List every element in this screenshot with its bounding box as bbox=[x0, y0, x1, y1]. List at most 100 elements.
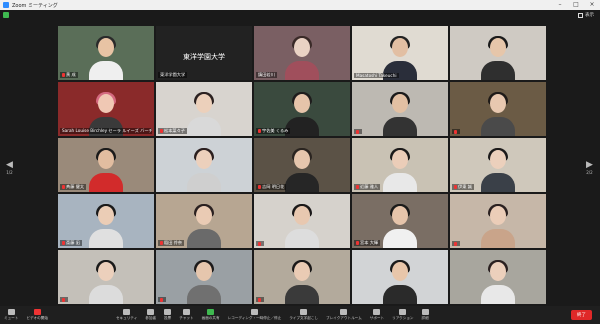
participant-avatar bbox=[383, 146, 417, 192]
participants-label: 参加者 bbox=[145, 316, 157, 320]
close-icon[interactable]: × bbox=[584, 0, 600, 10]
muted-mic-icon bbox=[356, 130, 359, 134]
participant-name-text: Sarah Louise Birchley セーラ ルイーズ バーチ… bbox=[62, 128, 152, 133]
more-details-button[interactable]: 詳細 bbox=[422, 309, 429, 321]
smile-icon bbox=[399, 309, 407, 315]
polls-button[interactable]: 投票 bbox=[164, 309, 171, 321]
support-icon bbox=[373, 309, 381, 315]
participant-name: 黄 成 bbox=[60, 72, 78, 78]
participant-tile[interactable]: 斎藤 凪 bbox=[58, 194, 154, 248]
participant-tile[interactable]: 稲田 伶奈 bbox=[156, 194, 252, 248]
participant-avatar bbox=[89, 258, 123, 304]
participant-avatar bbox=[383, 258, 417, 304]
participant-name-text: 鎮田若川 bbox=[258, 72, 275, 77]
page-count-right: 2/2 bbox=[586, 170, 593, 175]
poll-chart-icon bbox=[164, 309, 172, 315]
participant-avatar bbox=[89, 146, 123, 192]
chat-label: チャット bbox=[179, 316, 194, 320]
participant-avatar bbox=[383, 202, 417, 248]
participant-tile[interactable]: 黄 成 bbox=[58, 26, 154, 80]
participant-tile[interactable] bbox=[450, 82, 546, 136]
participant-tile[interactable]: 松本菜々子 bbox=[156, 82, 252, 136]
participant-name-text: 稲田 伶奈 bbox=[164, 240, 183, 245]
muted-mic-icon bbox=[258, 185, 261, 189]
window-controls: – □ × bbox=[552, 0, 600, 10]
participant-avatar bbox=[89, 202, 123, 248]
muted-mic-icon bbox=[258, 298, 261, 302]
participant-name-text: 斉藤 健太 bbox=[66, 184, 85, 189]
video-button[interactable]: ビデオの開始 bbox=[26, 309, 48, 321]
participant-tile[interactable]: 東洋学園大学 東洋学園大学 bbox=[156, 26, 252, 80]
participant-name bbox=[452, 241, 460, 246]
participant-name: 斎藤 凪 bbox=[60, 240, 82, 246]
live-transcript-button[interactable]: ライブ文字起こし bbox=[289, 309, 318, 321]
participant-tile[interactable]: Masatoshi Takeuchi bbox=[352, 26, 448, 80]
participant-name: Sarah Louise Birchley セーラ ルイーズ バーチ… bbox=[60, 128, 152, 134]
participant-avatar bbox=[187, 258, 221, 304]
participant-tile[interactable] bbox=[450, 26, 546, 80]
participant-tile[interactable] bbox=[58, 250, 154, 304]
muted-mic-icon bbox=[454, 130, 457, 134]
participant-tile[interactable]: 近藤 雅人 bbox=[352, 138, 448, 192]
more-dots-icon bbox=[421, 309, 429, 315]
gallery-grid-icon bbox=[578, 12, 583, 18]
maximize-icon[interactable]: □ bbox=[568, 0, 584, 10]
participant-avatar bbox=[187, 202, 221, 248]
participant-tile[interactable]: Sarah Louise Birchley セーラ ルイーズ バーチ… bbox=[58, 82, 154, 136]
participant-name-text: 近藤 雅人 bbox=[360, 184, 379, 189]
participant-name-text: 東洋学園大学 bbox=[160, 72, 186, 77]
security-button[interactable]: セキュリティ bbox=[116, 309, 137, 321]
participant-tile[interactable]: 宇佐美 くるみ bbox=[254, 82, 350, 136]
participant-tile[interactable]: 斉藤 健太 bbox=[58, 138, 154, 192]
security-shield-icon[interactable] bbox=[3, 12, 9, 18]
security-label: セキュリティ bbox=[115, 316, 138, 320]
reactions-label: リアクション bbox=[392, 316, 414, 320]
participant-tile[interactable]: 吉岡 明日花 bbox=[254, 138, 350, 192]
participant-tile[interactable]: 宮本 大輝 bbox=[352, 194, 448, 248]
next-page-button[interactable]: ▶ 2/2 bbox=[586, 160, 593, 175]
polls-label: 投票 bbox=[164, 316, 172, 320]
record-button[interactable]: レコーディング・一時停止／停止 bbox=[227, 309, 282, 321]
participant-tile[interactable] bbox=[450, 250, 546, 304]
participant-tile[interactable] bbox=[156, 138, 252, 192]
minimize-icon[interactable]: – bbox=[552, 0, 568, 10]
participant-name: 斉藤 健太 bbox=[60, 184, 87, 190]
details-label: 詳細 bbox=[421, 316, 429, 320]
participant-name bbox=[60, 297, 68, 302]
zoom-logo-icon bbox=[3, 2, 9, 8]
end-meeting-button[interactable]: 終了 bbox=[571, 310, 592, 320]
participants-button[interactable]: 参加者 bbox=[145, 309, 156, 321]
record-label: レコーディング・一時停止／停止 bbox=[227, 316, 282, 320]
support-button[interactable]: サポート bbox=[370, 309, 384, 321]
view-toggle[interactable]: 表示 bbox=[578, 12, 594, 18]
participant-tile[interactable] bbox=[156, 250, 252, 304]
participant-tile[interactable] bbox=[254, 194, 350, 248]
participant-tile[interactable]: 伊東 誠 bbox=[450, 138, 546, 192]
participant-name bbox=[256, 297, 264, 302]
share-screen-button[interactable]: 画面の共有 bbox=[202, 309, 220, 321]
chat-button[interactable]: チャット bbox=[179, 309, 194, 321]
participant-name-text: 伊東 誠 bbox=[458, 184, 472, 189]
title-bar: Zoom ミーティング – □ × bbox=[0, 0, 600, 10]
mute-button[interactable]: ミュート bbox=[4, 309, 18, 321]
participant-tile[interactable] bbox=[450, 194, 546, 248]
reactions-button[interactable]: リアクション bbox=[392, 309, 414, 321]
participant-avatar bbox=[481, 258, 515, 304]
participant-avatar bbox=[285, 34, 319, 80]
live-label: ライブ文字起こし bbox=[289, 316, 318, 320]
participant-tile[interactable] bbox=[352, 250, 448, 304]
participant-name: Masatoshi Takeuchi bbox=[354, 73, 399, 78]
captions-icon bbox=[300, 309, 308, 315]
window-title: Zoom ミーティング bbox=[12, 2, 58, 9]
participant-avatar bbox=[89, 34, 123, 80]
participant-tile[interactable] bbox=[352, 82, 448, 136]
participant-tile[interactable]: 鎮田若川 bbox=[254, 26, 350, 80]
meeting-toolbar: ミュート ビデオの開始 セキュリティ 参加者 投票 チャット 画面の共有 レコー… bbox=[0, 306, 600, 324]
share-label: 画面の共有 bbox=[201, 316, 220, 320]
participant-name bbox=[452, 129, 460, 134]
participant-avatar bbox=[187, 90, 221, 136]
prev-page-button[interactable]: ◀ 1/2 bbox=[6, 160, 13, 175]
participant-tile[interactable] bbox=[254, 250, 350, 304]
muted-mic-icon bbox=[356, 185, 359, 189]
breakout-rooms-button[interactable]: ブレイクアウトルーム bbox=[326, 309, 362, 321]
